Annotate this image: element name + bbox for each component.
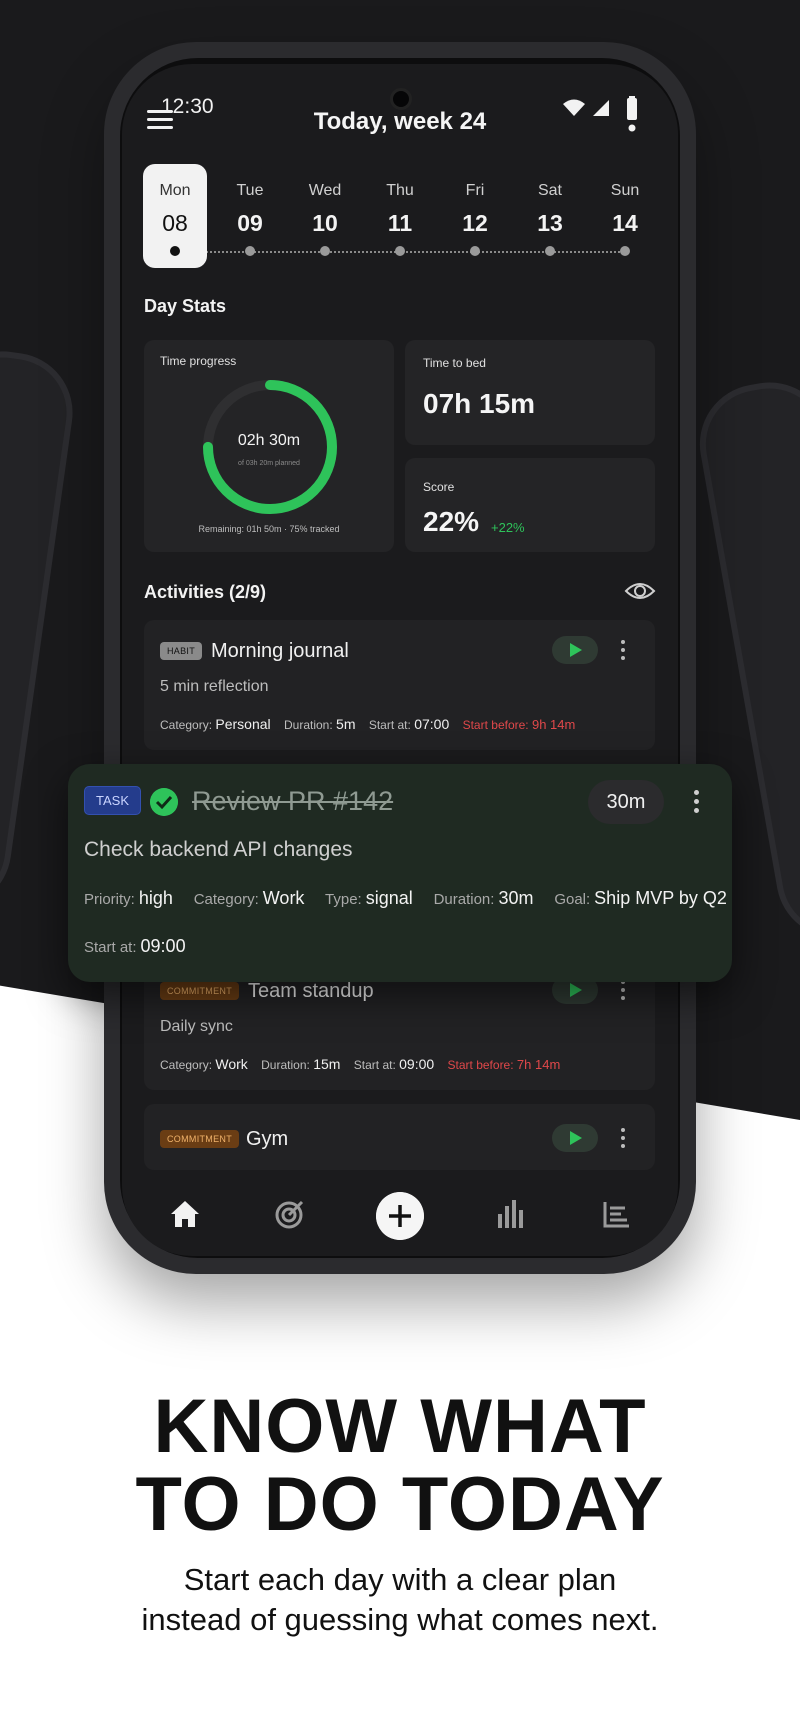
promo-stage: 12:30 Today, week 24 Mon 08 Tue 09 Wed 1…	[0, 0, 800, 1731]
day-dot	[170, 246, 180, 256]
day-sat[interactable]: Sat 13	[518, 164, 582, 268]
promo-subline: Start each day with a clear plan instead…	[0, 1560, 800, 1640]
day-number: 14	[612, 210, 638, 236]
activity-meta: Category: Work Duration: 15m Start at: 0…	[160, 1056, 561, 1072]
signal-icon	[593, 100, 609, 116]
score-delta: +22%	[491, 520, 525, 535]
battery-icon	[627, 98, 637, 120]
subline-line-2: instead of guessing what comes next.	[141, 1602, 659, 1637]
headline-line-1: KNOW WHAT	[153, 1384, 647, 1469]
day-number: 12	[462, 210, 488, 236]
eye-icon[interactable]	[624, 580, 656, 602]
time-to-bed-value: 07h 15m	[423, 388, 536, 419]
activity-title: Morning journal	[211, 640, 349, 662]
score-card: Score 22% +22%	[405, 458, 655, 552]
page-title: Today, week 24	[313, 108, 487, 135]
check-icon[interactable]	[150, 788, 178, 816]
home-icon[interactable]	[165, 1194, 205, 1234]
day-mon[interactable]: Mon 08	[143, 164, 207, 268]
activity-card-gym[interactable]: COMMITMENT Gym	[144, 1104, 655, 1170]
activity-meta: Category: Personal Duration: 5m Start at…	[160, 716, 576, 732]
day-dot	[245, 246, 255, 256]
more-icon[interactable]	[620, 1128, 626, 1148]
time-to-bed-label: Time to bed	[423, 356, 486, 370]
day-dot	[620, 246, 630, 256]
time-progress-remaining: Remaining: 01h 50m · 75% tracked	[198, 524, 340, 534]
day-name: Fri	[465, 182, 485, 199]
timeline-icon[interactable]	[597, 1194, 637, 1234]
day-name: Sat	[537, 182, 562, 199]
play-button[interactable]	[552, 636, 598, 664]
time-progress-value: 02h 30m	[237, 432, 301, 449]
day-dot	[470, 246, 480, 256]
day-sun[interactable]: Sun 14	[593, 164, 657, 268]
bar-chart-icon[interactable]	[490, 1194, 530, 1234]
day-dot	[320, 246, 330, 256]
camera-icon	[390, 88, 412, 110]
promo-headline: KNOW WHAT TO DO TODAY	[0, 1388, 800, 1544]
task-subtitle: Check backend API changes	[84, 838, 353, 861]
activity-title: Gym	[246, 1128, 289, 1150]
time-progress-card: Time progress 02h 30m of 03h 20m planned…	[144, 340, 394, 552]
day-number: 10	[312, 210, 338, 236]
time-to-bed-card: Time to bed 07h 15m	[405, 340, 655, 445]
week-strip: Mon 08 Tue 09 Wed 10 Thu 11 Fri 12 Sat 1…	[140, 164, 660, 270]
add-button[interactable]	[376, 1192, 424, 1240]
day-stats-title: Day Stats	[144, 296, 227, 316]
status-icons	[563, 96, 637, 132]
time-progress-label: Time progress	[160, 354, 237, 368]
day-number: 08	[162, 210, 188, 236]
day-name: Tue	[236, 182, 264, 199]
activity-title: Team standup	[248, 980, 374, 1002]
headline-line-2: TO DO TODAY	[135, 1462, 665, 1547]
subline-line-1: Start each day with a clear plan	[183, 1562, 617, 1597]
wifi-icon	[563, 99, 585, 116]
day-name: Sun	[610, 182, 640, 199]
score-label: Score	[423, 480, 455, 494]
activity-subtitle: Daily sync	[160, 1018, 233, 1035]
day-wed[interactable]: Wed 10	[293, 164, 357, 268]
more-icon[interactable]	[693, 790, 699, 813]
day-number: 11	[387, 210, 413, 236]
bottom-nav	[140, 1180, 660, 1260]
task-badge: TASK	[84, 786, 141, 815]
task-duration-pill: 30m	[588, 780, 664, 824]
day-number: 13	[537, 210, 563, 236]
day-tue[interactable]: Tue 09	[218, 164, 282, 268]
day-thu[interactable]: Thu 11	[368, 164, 432, 268]
more-icon[interactable]	[620, 640, 626, 660]
task-start-row: Start at: 09:00	[84, 936, 186, 956]
activity-card-morning-journal[interactable]: HABIT Morning journal 5 min reflection C…	[144, 620, 655, 750]
day-name: Thu	[386, 182, 414, 199]
play-button[interactable]	[552, 1124, 598, 1152]
day-number: 09	[237, 210, 263, 236]
task-title: Review PR #142	[192, 786, 394, 816]
commitment-badge: COMMITMENT	[160, 982, 239, 1000]
activity-subtitle: 5 min reflection	[160, 678, 269, 695]
activities-title: Activities (2/9)	[144, 582, 267, 602]
day-dot	[395, 246, 405, 256]
time-progress-planned: of 03h 20m planned	[238, 460, 300, 467]
commitment-badge: COMMITMENT	[160, 1130, 239, 1148]
status-time: 12:30	[161, 95, 214, 118]
target-icon[interactable]	[270, 1194, 310, 1234]
day-fri[interactable]: Fri 12	[443, 164, 507, 268]
day-dot	[545, 246, 555, 256]
day-name: Mon	[159, 182, 191, 199]
task-card-review-pr[interactable]: TASK Review PR #142 30m Check backend AP…	[68, 764, 732, 982]
more-icon[interactable]	[620, 980, 626, 1000]
habit-badge: HABIT	[160, 642, 203, 660]
day-name: Wed	[308, 182, 342, 199]
task-meta-row: Priority: high Category: Work Type: signal …	[84, 888, 727, 908]
score-value: 22%	[423, 506, 480, 537]
